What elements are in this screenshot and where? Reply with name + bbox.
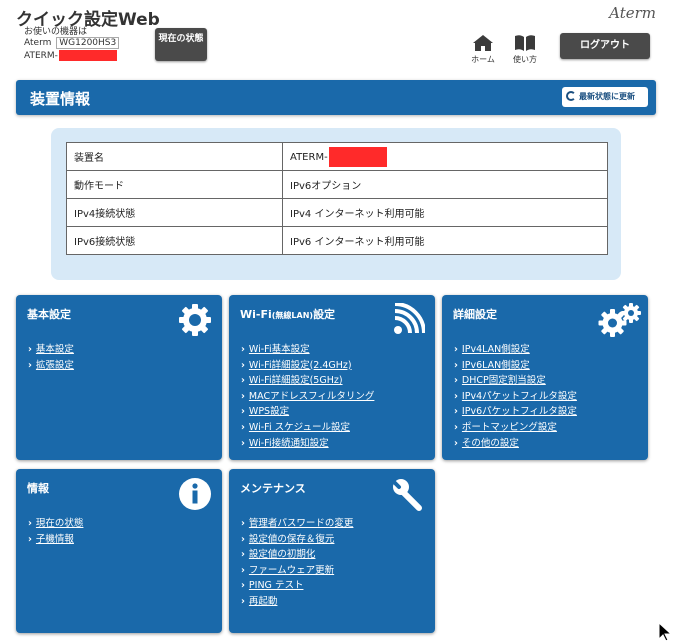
gear-icon [179,304,211,336]
link-admin-password[interactable]: 管理者パスワードの変更 [241,516,354,532]
card-title: 詳細設定 [453,308,497,321]
link-wifi-5ghz[interactable]: Wi-Fi詳細設定(5GHz) [241,373,374,389]
link-reboot[interactable]: 再起動 [241,594,353,610]
table-row: IPv4接続状態 IPv4 インターネット利用可能 [66,198,608,227]
manual-label: 使い方 [513,55,537,64]
device-info-table: 装置名 ATERM- 動作モード IPv6オプション IPv4接続状態 IPv4… [66,142,608,255]
redaction-block [328,146,387,167]
link-port-mapping[interactable]: ポートマッピング設定 [454,420,577,436]
link-dhcp-fixed[interactable]: DHCP固定割当設定 [454,373,577,389]
row-value-cell: ATERM- [282,142,608,171]
info-card: 情報 現在の状態 子機情報 [16,469,222,633]
device-model-prefix: Aterm [24,38,52,48]
wifi-settings-card: Wi-Fi(無線LAN)設定 Wi-Fi基本設定 Wi-Fi詳細設定(2.4GH… [229,295,435,460]
basic-links: 基本設定 拡張設定 [28,342,74,373]
wrench-icon [392,479,422,511]
link-factory-reset[interactable]: 設定値の初期化 [241,547,353,563]
row-value: ATERM- [290,151,328,163]
home-label: ホーム [471,55,495,64]
link-backup-restore[interactable]: 設定値の保存＆復元 [241,532,353,548]
device-info-panel: 装置名 ATERM- 動作モード IPv6オプション IPv4接続状態 IPv4… [51,128,621,280]
device-model: Aterm WG1200HS3 [24,37,120,49]
row-value: IPv4 インターネット利用可能 [282,198,608,227]
maintenance-links: 管理者パスワードの変更 設定値の保存＆復元 設定値の初期化 ファームウェア更新 … [241,516,354,610]
link-client-info[interactable]: 子機情報 [28,532,83,548]
mouse-cursor-icon [658,622,673,642]
link-ping-test[interactable]: PING テスト [241,578,353,594]
link-current-status[interactable]: 現在の状態 [28,516,84,532]
link-wifi-notify[interactable]: Wi-Fi接続通知設定 [241,436,374,452]
device-name: ATERM- [24,50,117,61]
device-name-prefix: ATERM- [24,51,58,61]
link-other-settings[interactable]: その他の設定 [454,436,577,452]
row-key: IPv4接続状態 [66,198,283,227]
row-value: IPv6オプション [282,170,608,199]
current-status-button[interactable]: 現在の状態 [155,28,207,61]
card-title: 基本設定 [27,308,71,321]
table-row: 動作モード IPv6オプション [66,170,608,199]
manual-button[interactable]: 使い方 [508,34,542,65]
link-ipv4-filter[interactable]: IPv4パケットフィルタ設定 [454,389,577,405]
logout-button[interactable]: ログアウト [560,33,650,59]
link-extended-settings[interactable]: 拡張設定 [28,358,74,374]
card-title: Wi-Fi(無線LAN)設定 [240,308,336,321]
row-value: IPv6 インターネット利用可能 [282,226,608,255]
section-title: 装置情報 [30,90,91,108]
redaction-block [58,50,117,61]
device-info-header: 装置情報 最新状態に更新 [16,80,656,115]
gears-icon [598,303,641,337]
brand-logo: Aterm [609,4,656,22]
card-title: メンテナンス [240,482,306,495]
link-wifi-basic[interactable]: Wi-Fi基本設定 [241,342,374,358]
advanced-links: IPv4LAN側設定 IPv6LAN側設定 DHCP固定割当設定 IPv4パケッ… [454,342,577,451]
wifi-icon [394,303,425,334]
refresh-icon [566,91,576,101]
row-key: IPv6接続状態 [66,226,283,255]
link-basic-settings[interactable]: 基本設定 [28,342,74,358]
link-wifi-24ghz[interactable]: Wi-Fi詳細設定(2.4GHz) [241,358,374,374]
advanced-settings-card: 詳細設定 IPv4LAN側設定 IPv6LAN側設定 DHCP固定割当設定 IP… [442,295,648,460]
home-icon [473,35,493,51]
refresh-label: 最新状態に更新 [579,92,635,101]
link-wps[interactable]: WPS設定 [241,404,374,420]
maintenance-card: メンテナンス 管理者パスワードの変更 設定値の保存＆復元 設定値の初期化 ファー… [229,469,435,633]
table-row: IPv6接続状態 IPv6 インターネット利用可能 [66,226,608,255]
wifi-links: Wi-Fi基本設定 Wi-Fi詳細設定(2.4GHz) Wi-Fi詳細設定(5G… [241,342,374,451]
row-key: 装置名 [66,142,283,171]
device-model-name: WG1200HS3 [56,37,120,49]
link-ipv4-lan[interactable]: IPv4LAN側設定 [454,342,577,358]
refresh-button[interactable]: 最新状態に更新 [562,87,648,107]
table-row: 装置名 ATERM- [66,142,608,171]
info-links: 現在の状態 子機情報 [28,516,84,548]
home-button[interactable]: ホーム [466,34,500,65]
link-ipv6-filter[interactable]: IPv6パケットフィルタ設定 [454,404,577,420]
link-wifi-schedule[interactable]: Wi-Fi スケジュール設定 [241,420,374,436]
link-ipv6-lan[interactable]: IPv6LAN側設定 [454,358,577,374]
row-key: 動作モード [66,170,283,199]
info-icon [179,478,211,510]
basic-settings-card: 基本設定 基本設定 拡張設定 [16,295,222,460]
link-mac-filter[interactable]: MACアドレスフィルタリング [241,389,374,405]
book-icon [515,35,535,51]
card-title: 情報 [27,482,49,495]
link-firmware-update[interactable]: ファームウェア更新 [241,563,353,579]
